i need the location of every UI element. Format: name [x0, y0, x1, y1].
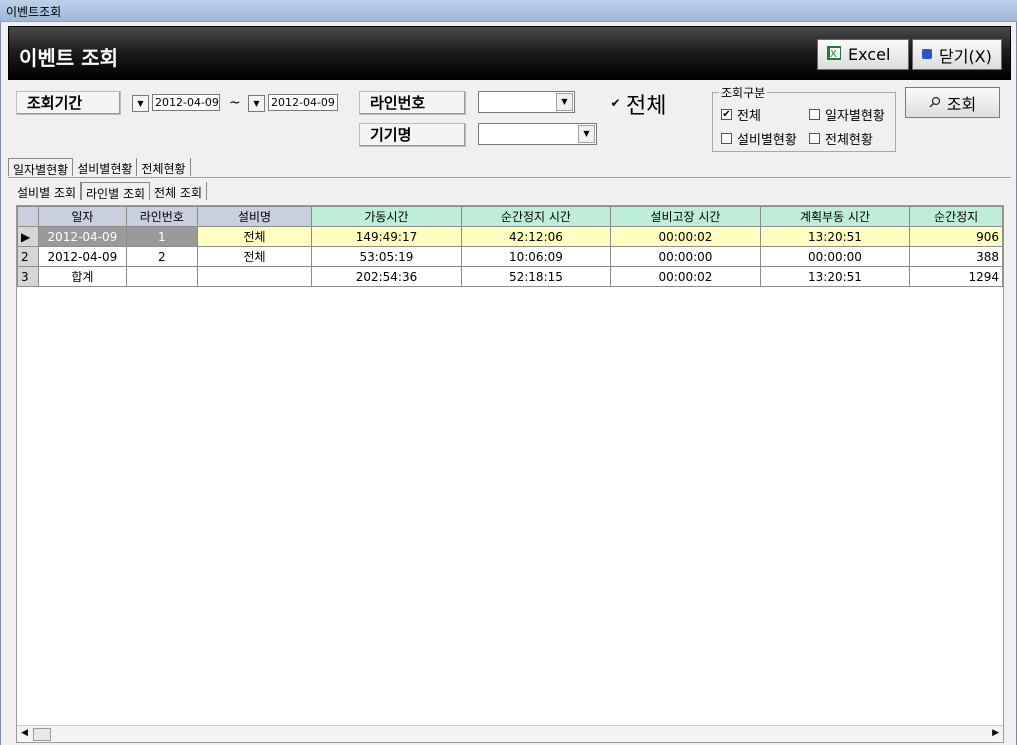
cell-planned-idle-time[interactable]: 00:00:00	[759, 246, 911, 267]
line-label: 라인번호	[359, 91, 466, 115]
excel-button[interactable]: X Excel	[817, 39, 909, 70]
cell-date[interactable]: 2012-04-09	[37, 246, 127, 267]
period-label: 조회기간	[16, 91, 121, 115]
excel-label: Excel	[848, 45, 891, 64]
cell-run-time[interactable]: 202:54:36	[311, 266, 462, 287]
row-pointer-icon[interactable]: ▶	[17, 226, 39, 247]
all-checkbox[interactable]: ✔ 전체	[610, 88, 666, 120]
excel-icon: X	[826, 45, 842, 65]
data-grid: 일자 라인번호 설비명 가동시간 순간정지 시간 설비고장 시간 계획부동 시간…	[16, 205, 1004, 743]
option-daily-checkbox[interactable]: 일자별현황	[809, 105, 885, 124]
corner-cell	[17, 206, 39, 227]
page-title: 이벤트 조회	[19, 46, 118, 70]
subtab-line[interactable]: 라인별 조회	[81, 182, 151, 201]
col-failure-time[interactable]: 설비고장 시간	[610, 206, 761, 227]
cell-short-stop-time[interactable]: 42:12:06	[460, 226, 612, 247]
line-select[interactable]: ▼	[478, 91, 575, 113]
table-row[interactable]: 2 2012-04-09 2 전체 53:05:19 10:06:09 00:0…	[17, 246, 1003, 267]
header-bar: 이벤트 조회 X Excel 닫기(X)	[8, 26, 1011, 80]
search-label: 조회	[946, 94, 977, 114]
grid-table: 일자 라인번호 설비명 가동시간 순간정지 시간 설비고장 시간 계획부동 시간…	[17, 206, 1003, 287]
option-total-label: 전체현황	[825, 133, 873, 148]
cell-equipment[interactable]: 전체	[196, 226, 313, 247]
option-equipment-label: 설비별현황	[737, 133, 797, 148]
cell-short-stop-time[interactable]: 10:06:09	[460, 246, 612, 267]
cell-equipment[interactable]: 전체	[196, 246, 313, 267]
cell-run-time[interactable]: 149:49:17	[311, 226, 462, 247]
scroll-thumb[interactable]	[33, 728, 51, 741]
col-run-time[interactable]: 가동시간	[311, 206, 462, 227]
col-line[interactable]: 라인번호	[125, 206, 198, 227]
cell-date[interactable]: 합계	[37, 266, 127, 287]
date-tilde: ~	[229, 95, 241, 111]
search-button[interactable]: 조회	[905, 87, 1000, 118]
subtab-equipment[interactable]: 설비별 조회	[13, 182, 82, 200]
date-to-input[interactable]: 2012-04-09	[268, 94, 338, 111]
scroll-right-icon[interactable]: ▶	[992, 728, 999, 738]
col-planned-idle-time[interactable]: 계획부동 시간	[759, 206, 911, 227]
checkbox-icon	[809, 133, 820, 144]
close-button[interactable]: 닫기(X)	[912, 39, 1002, 70]
col-short-stop-time[interactable]: 순간정지 시간	[460, 206, 612, 227]
tab-daily[interactable]: 일자별현황	[8, 158, 74, 177]
option-daily-label: 일자별현황	[825, 109, 885, 124]
col-equipment[interactable]: 설비명	[196, 206, 313, 227]
table-row[interactable]: 3 합계 202:54:36 52:18:15 00:00:02 13:20:5…	[17, 266, 1003, 287]
grid-header-row: 일자 라인번호 설비명 가동시간 순간정지 시간 설비고장 시간 계획부동 시간…	[17, 206, 1003, 227]
close-icon	[921, 45, 933, 64]
device-select[interactable]: ▼	[478, 123, 597, 145]
subtab-total[interactable]: 전체 조회	[150, 182, 208, 200]
top-tabs: 일자별현황 설비별현황 전체현황	[8, 158, 191, 178]
checkbox-icon	[809, 109, 820, 120]
cell-line[interactable]: 1	[125, 226, 198, 247]
window-title: 이벤트조회	[6, 5, 62, 19]
cell-failure-time[interactable]: 00:00:00	[610, 246, 761, 267]
main-window: 이벤트 조회 X Excel 닫기(X) 조회기간 ▼ 2012-04-09 ~…	[0, 22, 1017, 745]
sub-tabs: 설비별 조회 라인별 조회 전체 조회	[13, 182, 208, 202]
date-from-input[interactable]: 2012-04-09	[152, 94, 220, 111]
date-from-dropdown[interactable]: ▼	[132, 95, 149, 112]
cell-failure-time[interactable]: 00:00:02	[610, 226, 761, 247]
row-number[interactable]: 3	[17, 266, 39, 287]
option-all-label: 전체	[737, 109, 761, 124]
horizontal-scrollbar[interactable]: ◀ ▶	[17, 725, 1003, 742]
chevron-down-icon[interactable]: ▼	[556, 93, 573, 111]
cell-line[interactable]: 2	[125, 246, 198, 267]
device-label: 기기명	[359, 123, 466, 147]
close-label: 닫기(X)	[939, 46, 992, 66]
tab-divider	[8, 177, 1011, 178]
chevron-down-icon[interactable]: ▼	[578, 125, 595, 143]
option-all-checkbox[interactable]: ✔ 전체	[721, 105, 761, 124]
cell-planned-idle-time[interactable]: 13:20:51	[759, 226, 911, 247]
query-type-group: 조회구분 ✔ 전체 일자별현황 설비별현황 전체현황	[712, 84, 896, 152]
tab-equipment[interactable]: 설비별현황	[73, 158, 138, 176]
all-label: 전체	[626, 94, 667, 119]
cell-short-stop-count[interactable]: 906	[909, 226, 1003, 247]
cell-failure-time[interactable]: 00:00:02	[610, 266, 761, 287]
date-to-dropdown[interactable]: ▼	[248, 95, 265, 112]
option-total-checkbox[interactable]: 전체현황	[809, 129, 873, 148]
row-number[interactable]: 2	[17, 246, 39, 267]
cell-short-stop-count[interactable]: 1294	[909, 266, 1003, 287]
title-bar: 이벤트조회	[0, 0, 1017, 22]
scroll-left-icon[interactable]: ◀	[21, 728, 28, 738]
option-equipment-checkbox[interactable]: 설비별현황	[721, 129, 797, 148]
cell-equipment[interactable]	[196, 266, 313, 287]
query-type-legend: 조회구분	[719, 84, 768, 101]
check-icon: ✔	[610, 95, 621, 110]
cell-line[interactable]	[125, 266, 198, 287]
cell-short-stop-time[interactable]: 52:18:15	[460, 266, 612, 287]
cell-short-stop-count[interactable]: 388	[909, 246, 1003, 267]
cell-run-time[interactable]: 53:05:19	[311, 246, 462, 267]
cell-planned-idle-time[interactable]: 13:20:51	[759, 266, 911, 287]
check-icon: ✔	[721, 109, 732, 120]
col-date[interactable]: 일자	[37, 206, 127, 227]
checkbox-icon	[721, 133, 732, 144]
search-icon	[929, 93, 941, 112]
cell-date[interactable]: 2012-04-09	[37, 226, 127, 247]
svg-text:X: X	[830, 49, 837, 60]
col-short-stop-count[interactable]: 순간정지	[909, 206, 1003, 227]
tab-total[interactable]: 전체현황	[137, 158, 191, 176]
table-row[interactable]: ▶ 2012-04-09 1 전체 149:49:17 42:12:06 00:…	[17, 226, 1003, 247]
